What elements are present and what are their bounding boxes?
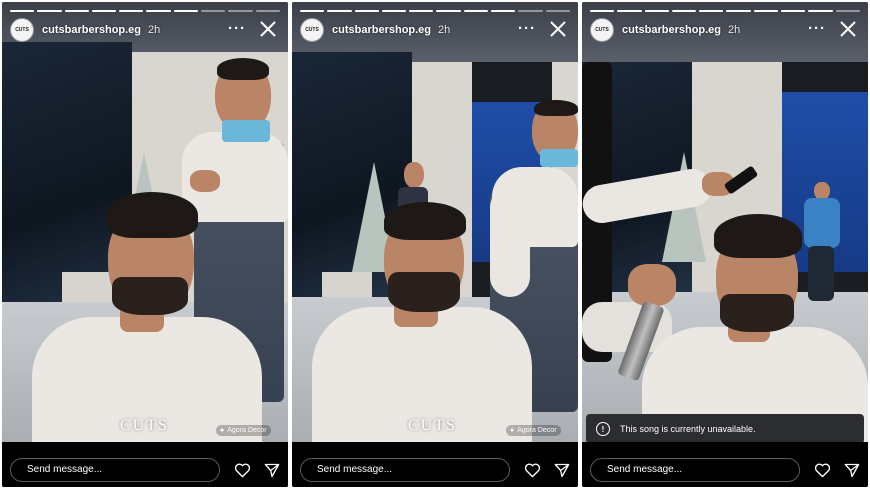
more-horizontal-icon[interactable]: ··· [808,20,826,37]
story-media [2,2,288,442]
song-unavailable-toast: ! This song is currently unavailable. [586,414,864,444]
story-media [582,2,868,442]
post-time: 2h [148,24,161,36]
story-progress [590,10,860,12]
info-icon: ! [596,422,610,436]
username[interactable]: cutsbarbershop.eg [332,24,431,36]
brand-watermark: CUTS [120,417,169,434]
story-header: CUTS cutsbarbershop.eg 2h ··· [590,16,860,44]
send-icon[interactable] [554,463,570,478]
close-icon[interactable] [256,17,280,41]
more-horizontal-icon[interactable]: ··· [228,20,246,37]
avatar[interactable]: CUTS [300,18,324,42]
avatar[interactable]: CUTS [10,18,34,42]
message-placeholder: Send message... [317,464,393,475]
message-placeholder: Send message... [607,464,683,475]
story-header: CUTS cutsbarbershop.eg 2h ··· [300,16,570,44]
send-icon[interactable] [264,463,280,478]
send-message-input[interactable]: Send message... [10,458,220,482]
credit-label: Agora Decor [227,427,267,434]
send-icon[interactable] [844,463,860,478]
toast-text: This song is currently unavailable. [620,424,756,434]
person-icon: ● [510,427,515,434]
reply-bar: Send message... [292,442,578,487]
post-time: 2h [728,24,741,36]
send-message-input[interactable]: Send message... [590,458,800,482]
reply-bar: Send message... [582,442,868,487]
story-panel-2[interactable]: CUTS cutsbarbershop.eg 2h ··· CUTS ● Agor… [292,2,578,487]
post-time: 2h [438,24,451,36]
username[interactable]: cutsbarbershop.eg [622,24,721,36]
person-icon: ● [220,427,225,434]
more-horizontal-icon[interactable]: ··· [518,20,536,37]
credit-tag[interactable]: ● Agora Decor [506,425,561,436]
credit-tag[interactable]: ● Agora Decor [216,425,271,436]
heart-icon[interactable] [234,463,251,478]
story-panel-3[interactable]: CUTS cutsbarbershop.eg 2h ··· ! This son… [582,2,868,487]
credit-label: Agora Decor [517,427,557,434]
username[interactable]: cutsbarbershop.eg [42,24,141,36]
close-icon[interactable] [546,17,570,41]
story-panel-1[interactable]: CUTS cutsbarbershop.eg 2h ··· CUTS ● Agor… [2,2,288,487]
brand-watermark: CUTS [408,417,457,434]
story-media [292,2,578,442]
story-progress [300,10,570,12]
heart-icon[interactable] [814,463,831,478]
story-header: CUTS cutsbarbershop.eg 2h ··· [10,16,280,44]
send-message-input[interactable]: Send message... [300,458,510,482]
message-placeholder: Send message... [27,464,103,475]
reply-bar: Send message... [2,442,288,487]
story-progress [10,10,280,12]
avatar[interactable]: CUTS [590,18,614,42]
heart-icon[interactable] [524,463,541,478]
close-icon[interactable] [836,17,860,41]
